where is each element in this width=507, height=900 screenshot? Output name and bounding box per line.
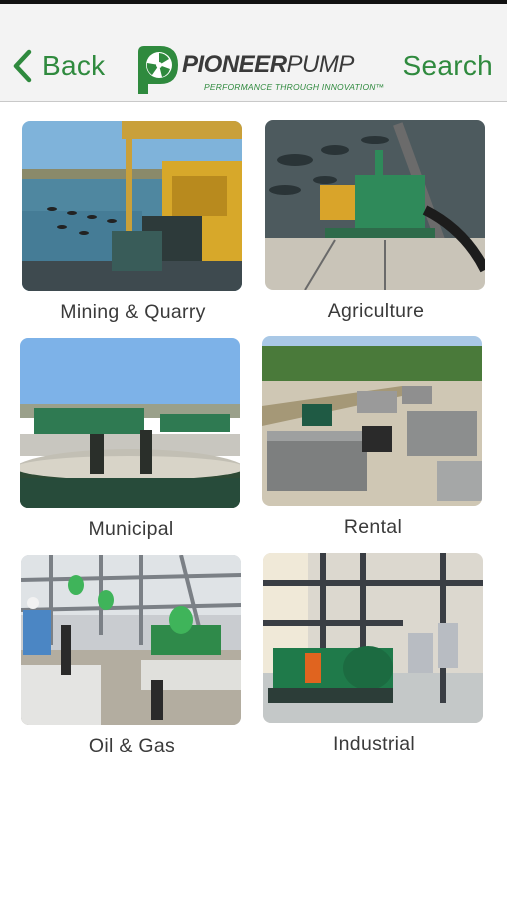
tile-caption: Municipal [88, 518, 174, 540]
app-screen: Back PIONEERPUMP PERFORMANCE THROUGH INN… [0, 0, 507, 900]
back-button[interactable]: Back [10, 46, 105, 86]
category-tile-mining-quarry[interactable]: Mining & Quarry [22, 121, 244, 324]
logo-word-pump: PUMP [286, 51, 355, 78]
logo-wordmark: PIONEERPUMP [182, 51, 354, 79]
search-button[interactable]: Search [402, 50, 493, 82]
chevron-left-icon [13, 49, 32, 83]
logo-word-pioneer: PIONEER [182, 51, 287, 78]
tile-caption: Mining & Quarry [60, 301, 206, 323]
pioneer-pump-logo: PIONEERPUMP PERFORMANCE THROUGH INNOVATI… [132, 44, 384, 96]
category-tile-oil-gas[interactable]: Oil & Gas [21, 555, 243, 758]
tile-caption: Oil & Gas [88, 735, 176, 757]
pioneer-logo-mark-icon [138, 46, 178, 94]
category-tile-agriculture[interactable]: Agriculture [265, 120, 487, 323]
municipal-photo [20, 338, 240, 508]
mining-quarry-photo [22, 121, 242, 291]
tile-caption: Rental [343, 516, 403, 538]
tile-caption: Industrial [332, 733, 416, 755]
navigation-bar: Back PIONEERPUMP PERFORMANCE THROUGH INN… [0, 4, 507, 102]
industrial-photo [263, 553, 483, 723]
tile-caption: Agriculture [327, 300, 425, 322]
category-tile-rental[interactable]: Rental [262, 336, 484, 539]
category-tile-industrial[interactable]: Industrial [263, 553, 485, 756]
logo-tagline: PERFORMANCE THROUGH INNOVATION™ [204, 82, 385, 92]
category-tile-municipal[interactable]: Municipal [20, 338, 242, 541]
agriculture-photo [265, 120, 485, 290]
oil-gas-photo [21, 555, 241, 725]
rental-photo [262, 336, 482, 506]
back-button-label: Back [42, 50, 106, 81]
